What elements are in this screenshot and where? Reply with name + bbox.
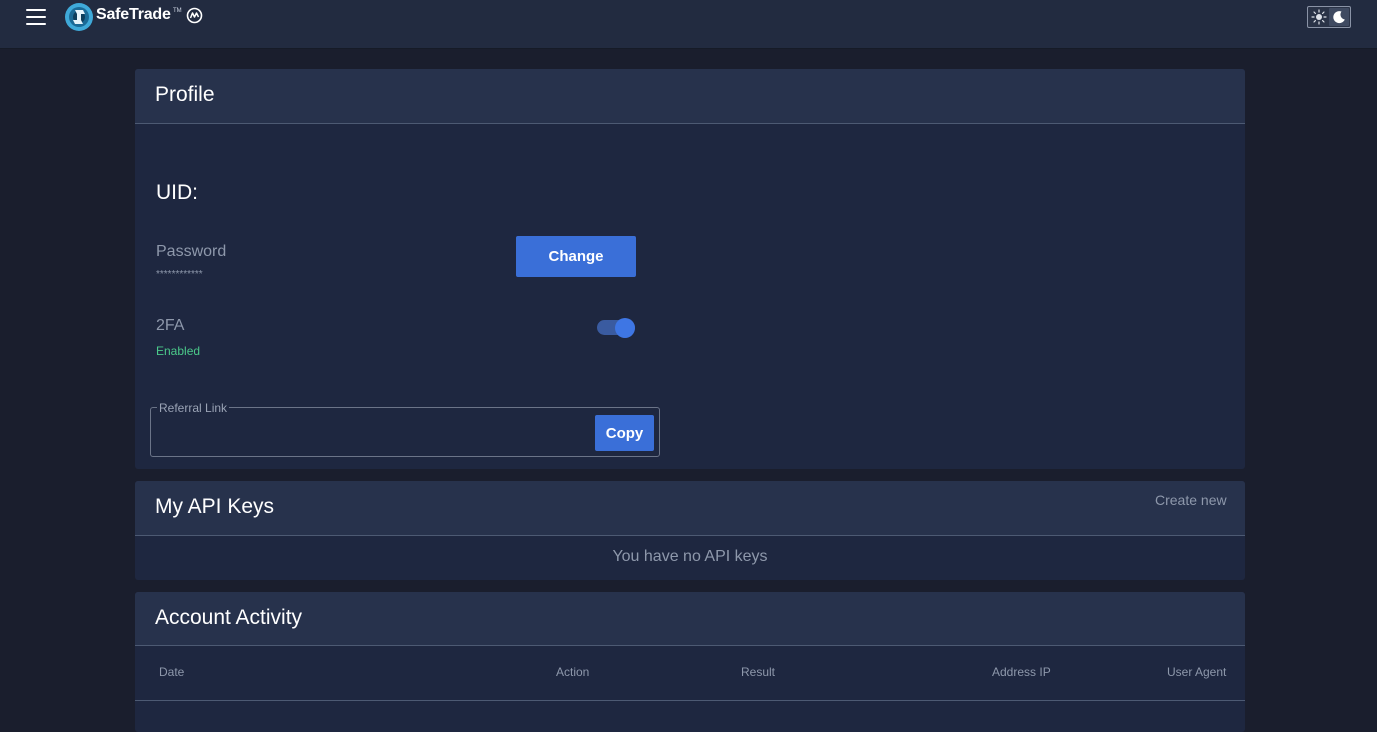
api-keys-title: My API Keys bbox=[155, 495, 275, 518]
2fa-toggle-knob[interactable] bbox=[615, 318, 635, 338]
account-activity-card: Account Activity Date Action Result Addr… bbox=[135, 592, 1245, 732]
2fa-status: Enabled bbox=[156, 344, 201, 358]
theme-toggle[interactable] bbox=[1307, 6, 1351, 28]
profile-title: Profile bbox=[155, 83, 215, 106]
coinmarketcap-icon[interactable] bbox=[186, 7, 203, 24]
top-navbar: SafeTrade TM bbox=[0, 0, 1377, 49]
password-label: Password bbox=[156, 243, 227, 260]
password-value: ************ bbox=[156, 269, 203, 280]
no-api-keys-message: You have no API keys bbox=[612, 548, 768, 565]
column-result: Result bbox=[741, 665, 776, 679]
referral-link-input[interactable] bbox=[159, 416, 593, 450]
column-action: Action bbox=[556, 665, 590, 679]
hamburger-icon[interactable] bbox=[26, 8, 46, 26]
referral-link-label: Referral Link bbox=[157, 401, 230, 415]
brand-trademark: TM bbox=[173, 8, 182, 14]
activity-table-header: Date Action Result Address IP User Agent bbox=[135, 646, 1245, 701]
2fa-label: 2FA bbox=[156, 317, 185, 334]
api-keys-card: My API Keys Create new You have no API k… bbox=[135, 481, 1245, 580]
moon-button[interactable] bbox=[1329, 8, 1349, 26]
referral-link-field: Referral Link Copy bbox=[150, 402, 660, 457]
column-address-ip: Address IP bbox=[992, 665, 1051, 679]
column-user-agent: User Agent bbox=[1167, 665, 1227, 679]
create-new-link[interactable]: Create new bbox=[1155, 492, 1227, 508]
profile-card: Profile UID: Password ************ Chang… bbox=[135, 69, 1245, 469]
copy-button[interactable]: Copy bbox=[595, 415, 654, 451]
account-activity-title: Account Activity bbox=[155, 606, 303, 629]
sun-icon[interactable] bbox=[1311, 9, 1327, 25]
account-activity-header: Account Activity bbox=[135, 592, 1245, 646]
safetrade-logo-icon[interactable] bbox=[64, 2, 94, 32]
column-date: Date bbox=[159, 665, 185, 679]
moon-icon bbox=[1333, 11, 1345, 24]
change-password-button[interactable]: Change bbox=[516, 236, 636, 277]
uid-label: UID: bbox=[156, 181, 198, 204]
api-keys-header: My API Keys Create new bbox=[135, 481, 1245, 536]
profile-header: Profile bbox=[135, 69, 1245, 124]
brand-name[interactable]: SafeTrade bbox=[96, 6, 171, 24]
